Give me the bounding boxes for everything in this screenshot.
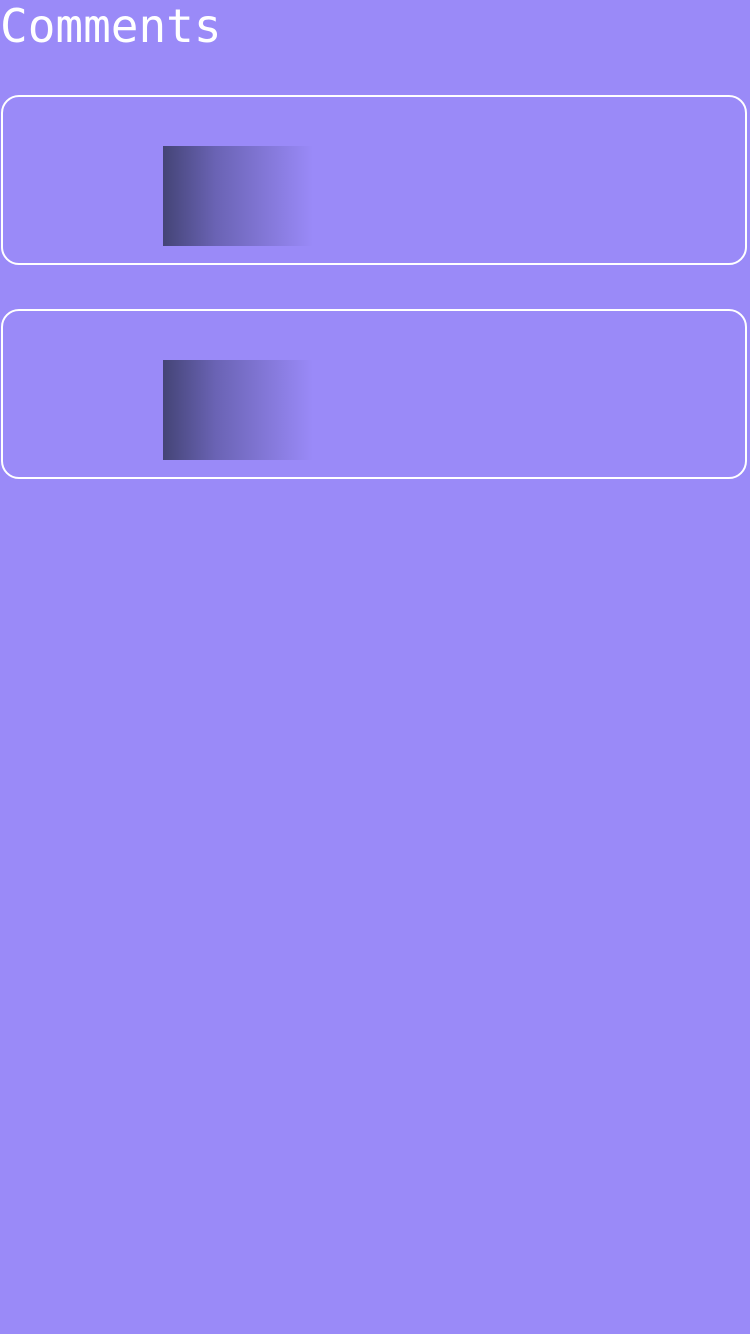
comment-thumbnail [163,146,313,246]
comment-card[interactable] [1,95,747,265]
comment-card[interactable] [1,309,747,479]
page-title: Comments [0,0,222,53]
comment-thumbnail [163,360,313,460]
